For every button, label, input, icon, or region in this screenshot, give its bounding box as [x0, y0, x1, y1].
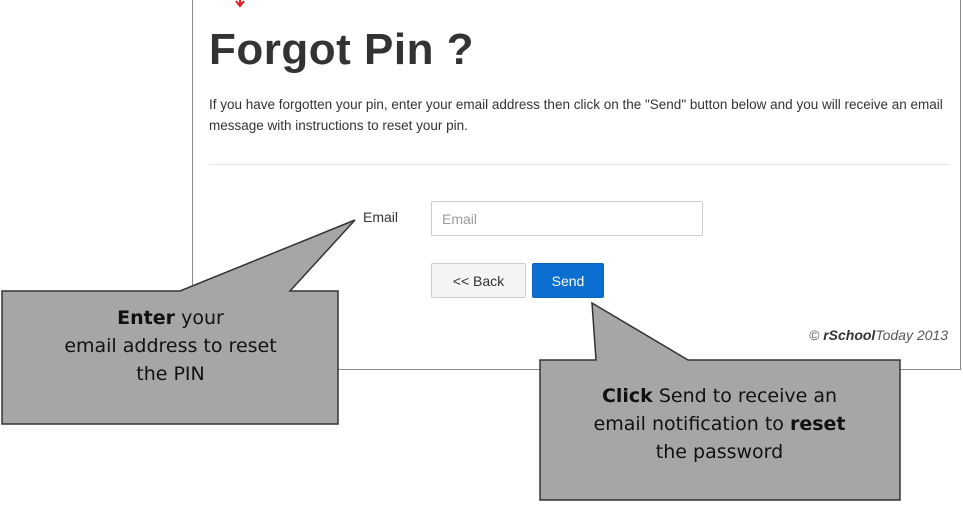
callout-right-text-2: email notification to [593, 413, 784, 435]
callout-left-text-2: email address to reset [64, 335, 277, 357]
callout-enter-email: Enter your email address to reset the PI… [4, 304, 337, 388]
callout-left-text-1: your [181, 307, 224, 329]
callout-click-send: Click Send to receive an email notificat… [542, 382, 897, 466]
callout-left-bold: Enter [117, 307, 176, 329]
callout-right-bold-1: Click [601, 385, 653, 407]
callout-right-text-1: Send to receive an [658, 385, 838, 407]
callout-right-bold-2: reset [789, 413, 846, 435]
callout-right-text-3: the password [655, 441, 784, 463]
callout-left-text-3: the PIN [136, 363, 205, 385]
